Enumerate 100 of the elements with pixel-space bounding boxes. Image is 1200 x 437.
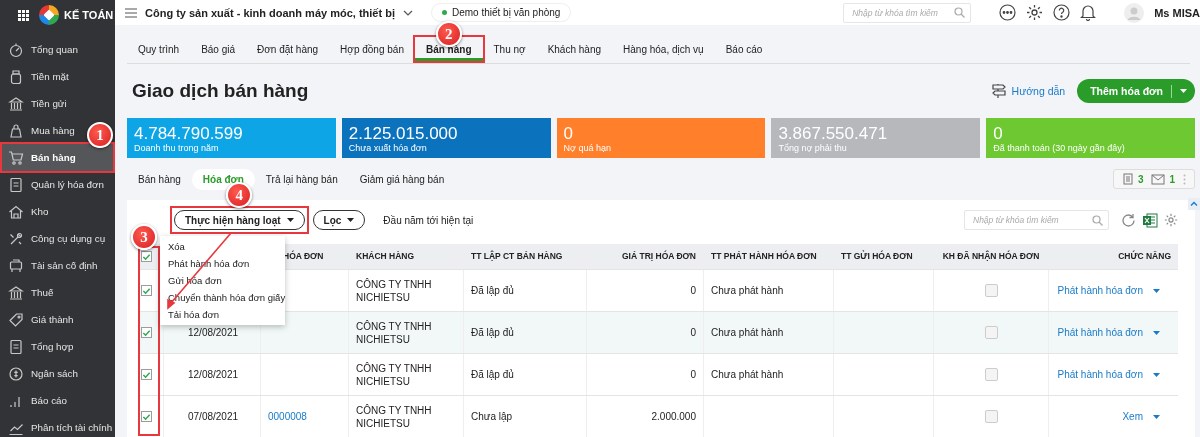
bulk-action-button[interactable]: Thực hiện hàng loạt (174, 210, 305, 230)
bag-icon (8, 122, 24, 139)
table-cell: 12/08/2021 (188, 368, 239, 381)
signpost-icon (990, 83, 1007, 99)
caret-icon[interactable] (1153, 372, 1160, 377)
caret-icon[interactable] (1153, 288, 1160, 293)
nav-tab[interactable]: Thu nợ (482, 37, 537, 61)
checkbox[interactable] (984, 368, 998, 381)
table-cell-text: CÔNG TY TNHH NICHIETSU (356, 403, 433, 430)
action-link[interactable]: Phát hành hóa đơn (1057, 284, 1143, 297)
sub-tab[interactable]: Giảm giá hàng bán (348, 168, 456, 190)
column-header: TT LẬP CT BÁN HÀNG (463, 244, 586, 269)
checkbox[interactable] (141, 251, 152, 262)
tag-icon (8, 311, 24, 328)
help-icon[interactable] (1053, 4, 1071, 21)
company-name[interactable]: Công ty sản xuất - kinh doanh máy móc, thiết bị (145, 6, 395, 19)
checkbox[interactable] (141, 285, 152, 296)
caret-icon[interactable] (1180, 89, 1187, 93)
menu-icon[interactable] (125, 7, 137, 18)
caret-icon[interactable] (1153, 330, 1160, 335)
sub-tab[interactable]: Trả lại hàng bán (254, 168, 349, 190)
nav-tab[interactable]: Đơn đặt hàng (246, 37, 330, 61)
card-label: Chưa xuất hóa đơn (348, 142, 428, 153)
excel-icon[interactable] (1142, 212, 1158, 228)
gauge-icon (8, 41, 24, 58)
table-cell: Đã lập đủ (471, 368, 514, 381)
checkbox[interactable] (984, 326, 998, 339)
grid-icon[interactable] (18, 9, 29, 21)
table-row[interactable]: 12/08/2021 CÔNG TY TNHH NICHIETSU Đã lập đủ 0 Chưa phát hành Phát hành hóa đơn (138, 354, 1178, 396)
column-header: TT PHÁT HÀNH HÓA ĐƠN (703, 244, 833, 269)
document-icon (8, 176, 24, 193)
table-cell: Đã lập đủ (471, 326, 514, 339)
checkbox[interactable] (141, 411, 152, 422)
guide-link[interactable]: Hướng dẫn (1011, 85, 1066, 97)
tools-icon (8, 230, 24, 247)
add-invoice-button[interactable]: Thêm hóa đơn (1077, 79, 1195, 103)
logo-icon (39, 5, 59, 25)
checkbox[interactable] (984, 410, 998, 423)
sidebar-item[interactable]: Tổng hợp (2, 333, 76, 360)
refresh-icon[interactable] (1121, 212, 1136, 228)
sidebar-item[interactable]: Tài sản cố định (2, 252, 100, 279)
sidebar-item[interactable]: Phân tích tài chính (2, 414, 115, 437)
building-icon (8, 257, 24, 274)
action-link[interactable]: Xem (1122, 410, 1143, 423)
table-cell: 0 (690, 326, 696, 339)
card-value: 3.867.550.471 (778, 123, 889, 143)
nav-tab[interactable]: Báo cáo (714, 37, 774, 61)
sidebar-item[interactable]: Tổng quan (2, 36, 80, 63)
jar-icon (8, 68, 24, 85)
card-value: 0 (563, 123, 575, 143)
summary-card[interactable]: 2.125.015.000 Chưa xuất hóa đơn (341, 118, 551, 158)
caret-icon (286, 218, 294, 222)
nav-tab[interactable]: Khách hàng (536, 37, 613, 61)
cart-icon (8, 149, 24, 166)
checkbox[interactable] (141, 369, 152, 380)
sidebar-item[interactable]: Tiền mặt (2, 63, 71, 90)
nav-tab[interactable]: Báo giá (190, 37, 247, 61)
sidebar-item[interactable]: Quản lý hóa đơn (2, 171, 106, 198)
sidebar-item[interactable]: Công cụ dụng cụ (2, 225, 108, 252)
nav-tab[interactable]: Hợp đồng bán (329, 37, 415, 61)
count-text: 3 (1137, 173, 1144, 185)
card-value: 0 (993, 123, 1004, 143)
table-row[interactable]: 07/08/2021 0000008 CÔNG TY TNHH NICHIETSU Chưa lập 2.000.000 Xem (138, 396, 1178, 437)
step-number-badge: 4 (226, 182, 253, 208)
period-label[interactable]: Đầu năm tới hiện tại (383, 214, 474, 226)
column-header: TT GỬI HÓA ĐƠN (833, 244, 933, 269)
checkbox[interactable] (984, 284, 998, 297)
sub-tab[interactable]: Hóa đơn (191, 168, 255, 190)
card-label: Tổng nợ phải thu (778, 142, 848, 153)
card-label: Doanh thu trong năm (134, 142, 220, 153)
caret-icon[interactable] (1153, 414, 1160, 419)
sidebar-item[interactable]: Bán hàng (2, 144, 113, 171)
more-icon[interactable] (999, 4, 1017, 21)
sidebar-item[interactable]: Thuế (2, 279, 56, 306)
card-label: Nợ quá hạn (563, 142, 613, 153)
nav-tab[interactable]: Hàng hóa, dịch vụ (612, 37, 715, 61)
sidebar-item[interactable]: Báo cáo (2, 387, 69, 414)
action-link[interactable]: Phát hành hóa đơn (1057, 368, 1143, 381)
sidebar-item[interactable]: Giá thành (2, 306, 76, 333)
table-cell: Đã lập đủ (471, 284, 514, 297)
card-label: Đã thanh toán (30 ngày gần đây) (993, 142, 1126, 153)
document-icon (1121, 173, 1134, 185)
invoice-link[interactable]: 0000008 (268, 410, 307, 423)
sidebar-item[interactable]: Mua hàng (2, 117, 77, 144)
action-link[interactable]: Phát hành hóa đơn (1057, 326, 1143, 339)
sidebar-item[interactable]: Ngân sách (2, 360, 80, 387)
sidebar-item[interactable]: Kho (2, 198, 51, 225)
column-header: CHỨC NĂNG (1048, 244, 1178, 269)
sidebar-item[interactable]: Tiền gửi (2, 90, 69, 117)
nav-tab[interactable]: Quy trình (127, 37, 191, 61)
count-text: 1 (1169, 173, 1175, 185)
settings-icon[interactable] (1026, 4, 1044, 21)
checkbox[interactable] (141, 327, 152, 338)
chevron-down-icon[interactable] (403, 9, 413, 16)
sub-tab[interactable]: Bán hàng (127, 168, 192, 190)
mail-icon (1151, 173, 1166, 185)
filter-button[interactable]: Lọc (312, 210, 366, 230)
bell-icon[interactable] (1080, 4, 1097, 21)
user-name[interactable]: Ms MISA (1154, 6, 1200, 19)
chevron-up-icon[interactable] (1188, 198, 1200, 210)
